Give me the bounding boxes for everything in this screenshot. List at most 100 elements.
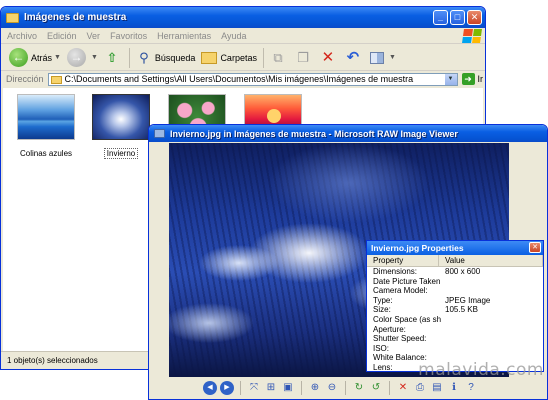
thumbnail-colinas-azules[interactable]	[17, 94, 75, 140]
toolbar-divider	[240, 381, 241, 395]
properties-row: Dimensions: 800 x 600	[367, 267, 543, 277]
forward-arrow-icon: →	[66, 48, 86, 67]
copy-to-icon: ❐	[297, 49, 309, 65]
folders-icon	[201, 51, 218, 64]
undo-button[interactable]: ↶	[345, 48, 364, 66]
actual-size-icon[interactable]: ⊞	[264, 381, 278, 395]
up-folder-button[interactable]: ⇧	[104, 50, 123, 66]
properties-titlebar[interactable]: Invierno.jpg Properties ✕	[367, 241, 543, 255]
explorer-titlebar[interactable]: Imágenes de muestra _ □ ✕	[1, 7, 485, 28]
property-value: JPEG Image	[445, 295, 491, 305]
viewer-title: Invierno.jpg in Imágenes de muestra - Mi…	[170, 128, 458, 139]
close-button[interactable]: ✕	[467, 10, 482, 25]
go-label: Ir	[477, 74, 484, 84]
file-label-text: Invierno	[103, 148, 139, 159]
property-value	[441, 344, 543, 354]
viewer-toolbar: ◀ ▶ ⤧ ⊞ ▣ ⊕ ⊖ ↻ ↺ ✕ ⎙ ▤ ℹ ?	[149, 377, 547, 399]
toolbar-divider	[345, 381, 346, 395]
menu-edicion[interactable]: Edición	[47, 31, 77, 41]
delete-icon: ✕	[321, 48, 335, 66]
toolbar: ← Atrás ▼ → ▼ ⇧ ⚲ Búsqueda Carpetas ⧉ ❐ …	[1, 45, 485, 71]
zoom-out-icon[interactable]: ⊖	[325, 381, 339, 395]
windows-logo-icon	[462, 29, 482, 43]
move-to-button[interactable]: ⧉	[270, 50, 289, 66]
go-button[interactable]: ➜ Ir	[461, 73, 484, 85]
undo-icon: ↶	[346, 48, 360, 66]
address-label: Dirección	[6, 74, 44, 84]
file-label-selected[interactable]: Invierno	[86, 148, 156, 159]
property-value: 105.5 KB	[445, 305, 478, 315]
chevron-down-icon[interactable]: ▼	[91, 54, 98, 61]
help-icon[interactable]: ?	[464, 381, 478, 395]
file-label[interactable]: Colinas azules	[11, 149, 81, 158]
toolbar-divider	[128, 47, 130, 68]
property-value	[441, 325, 543, 335]
chevron-down-icon[interactable]: ▼	[54, 54, 61, 61]
delete-icon[interactable]: ✕	[396, 381, 410, 395]
delete-button[interactable]: ✕	[320, 48, 339, 66]
search-icon: ⚲	[139, 49, 149, 65]
menu-ver[interactable]: Ver	[87, 31, 101, 41]
properties-title: Invierno.jpg Properties	[371, 243, 464, 253]
folders-button[interactable]: Carpetas	[201, 51, 257, 64]
close-button[interactable]: ✕	[529, 242, 541, 253]
chevron-down-icon[interactable]: ▼	[444, 73, 457, 85]
next-image-icon[interactable]: ▶	[220, 381, 234, 395]
property-key: Camera Model:	[373, 286, 428, 296]
properties-row: Type: JPEG Image	[367, 296, 543, 306]
chevron-down-icon[interactable]: ▼	[389, 54, 396, 61]
thumbnail-invierno[interactable]	[92, 94, 150, 140]
save-icon[interactable]: ▤	[430, 381, 444, 395]
column-header-value[interactable]: Value	[439, 255, 543, 266]
properties-row: Camera Model:	[367, 286, 543, 296]
property-value	[441, 286, 543, 296]
menu-bar: Archivo Edición Ver Favoritos Herramient…	[1, 28, 485, 44]
menu-herramientas[interactable]: Herramientas	[157, 31, 211, 41]
image-icon	[154, 129, 165, 138]
address-path: C:\Documents and Settings\All Users\Docu…	[64, 74, 414, 84]
folders-label: Carpetas	[220, 52, 257, 63]
menu-archivo[interactable]: Archivo	[7, 31, 37, 41]
property-key: Type:	[373, 295, 393, 305]
property-key: Date Picture Taken:	[373, 276, 441, 286]
property-value	[441, 277, 543, 287]
menu-ayuda[interactable]: Ayuda	[221, 31, 246, 41]
properties-icon[interactable]: ℹ	[447, 381, 461, 395]
properties-row: Date Picture Taken:	[367, 277, 543, 287]
search-button[interactable]: ⚲ Búsqueda	[136, 49, 195, 66]
viewer-titlebar[interactable]: Invierno.jpg in Imágenes de muestra - Mi…	[149, 125, 547, 142]
best-fit-icon[interactable]: ⤧	[247, 381, 261, 395]
slideshow-icon[interactable]: ▣	[281, 381, 295, 395]
go-arrow-icon: ➜	[461, 73, 475, 85]
window-controls: _ □ ✕	[433, 10, 482, 25]
back-button[interactable]: ← Atrás ▼	[9, 48, 61, 67]
toolbar-divider	[262, 47, 264, 68]
minimize-button[interactable]: _	[433, 10, 448, 25]
property-value: 800 x 600	[445, 267, 481, 276]
up-folder-icon: ⇧	[106, 49, 118, 65]
properties-row: Aperture:	[367, 325, 543, 335]
property-key: ISO:	[373, 343, 390, 353]
properties-header: Property Value	[367, 255, 543, 267]
address-input[interactable]: C:\Documents and Settings\All Users\Docu…	[47, 72, 458, 86]
copy-to-button[interactable]: ❐	[295, 50, 314, 66]
rotate-clockwise-icon[interactable]: ↻	[352, 381, 366, 395]
properties-row: Color Space (as shot):	[367, 315, 543, 325]
toolbar-divider	[301, 381, 302, 395]
views-button[interactable]: ▼	[369, 51, 396, 64]
maximize-button[interactable]: □	[450, 10, 465, 25]
property-key: Dimensions:	[373, 267, 418, 276]
column-header-property[interactable]: Property	[367, 255, 439, 266]
property-value	[441, 315, 543, 325]
back-label: Atrás	[31, 52, 53, 63]
views-icon	[369, 51, 384, 64]
watermark: malavida.com	[418, 360, 544, 380]
folder-icon	[6, 12, 19, 23]
rotate-counterclockwise-icon[interactable]: ↺	[369, 381, 383, 395]
properties-row: Size: 105.5 KB	[367, 305, 543, 315]
menu-favoritos[interactable]: Favoritos	[110, 31, 147, 41]
previous-image-icon[interactable]: ◀	[203, 381, 217, 395]
zoom-in-icon[interactable]: ⊕	[308, 381, 322, 395]
print-icon[interactable]: ⎙	[413, 381, 427, 395]
forward-button[interactable]: → ▼	[66, 48, 98, 67]
